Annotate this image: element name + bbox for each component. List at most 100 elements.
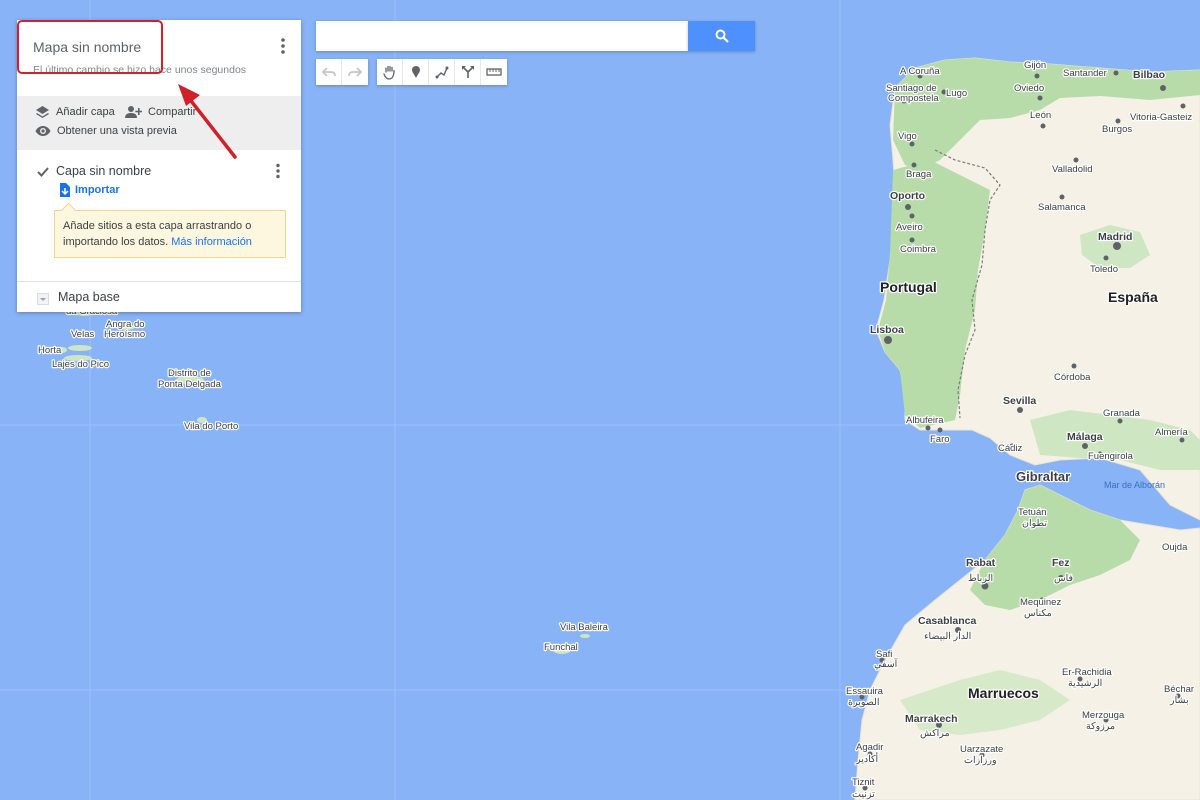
import-button[interactable]: Importar (59, 183, 120, 197)
label-oporto: Oporto (890, 190, 925, 202)
import-label: Importar (75, 184, 120, 196)
layer-name[interactable]: Capa sin nombre (56, 164, 151, 178)
label-coimbra: Coimbra (900, 244, 937, 255)
label-rabat-ar: الرباط (968, 573, 993, 584)
label-merzouga-ar: مرزوكة (1086, 721, 1115, 732)
layer-checkbox[interactable] (36, 165, 50, 184)
more-info-link[interactable]: Más información (171, 236, 252, 248)
label-tetuan: Tetuán (1018, 507, 1047, 518)
tools-toolbar (377, 59, 507, 85)
chevron-down-icon[interactable] (37, 292, 49, 310)
label-oujda: Oujda (1162, 542, 1188, 553)
label-tetuan-ar: تطوان (1022, 518, 1047, 529)
import-file-icon (60, 183, 70, 197)
label-santander: Santander (1063, 68, 1107, 79)
directions-button[interactable] (455, 59, 481, 85)
label-lajes: Lajes do Pico (52, 359, 109, 370)
label-horta: Horta (38, 345, 62, 356)
label-portugal: Portugal (880, 279, 937, 295)
label-casablanca: Casablanca (918, 615, 977, 627)
label-valladolid: Valladolid (1052, 164, 1093, 175)
pan-button[interactable] (377, 59, 403, 85)
label-bilbao: Bilbao (1133, 69, 1165, 81)
redo-icon (348, 67, 362, 77)
search-icon (715, 29, 729, 43)
directions-icon (461, 66, 474, 78)
add-layer-button[interactable]: Añadir capa (35, 105, 115, 119)
label-bechar: Béchar (1164, 684, 1194, 695)
map-options-icon[interactable] (275, 36, 291, 56)
label-braga: Braga (906, 169, 932, 180)
label-distrito-1: Distrito de (168, 368, 211, 379)
label-mequinez: Mequinez (1020, 597, 1061, 608)
label-marruecos: Marruecos (968, 685, 1039, 701)
share-button[interactable]: Compartir (125, 105, 196, 119)
label-distrito-2: Ponta Delgada (158, 379, 222, 390)
label-almeria: Almería (1155, 427, 1188, 438)
label-espana: España (1108, 289, 1158, 305)
label-agadir: Agadir (856, 742, 883, 753)
label-fuengirola: Fuengirola (1088, 451, 1134, 462)
layer-row: Capa sin nombre (17, 160, 301, 184)
layers-icon (36, 106, 49, 118)
label-toledo: Toledo (1090, 264, 1118, 275)
label-casablanca-ar: الدار البيضاء (924, 631, 971, 642)
label-essaouira-ar: الصويرة (848, 697, 880, 708)
label-bechar-ar: بشار (1169, 695, 1189, 706)
draw-line-icon (435, 66, 448, 79)
label-malaga: Málaga (1067, 431, 1103, 443)
label-vitoria: Vitoria-Gasteiz (1130, 112, 1192, 123)
label-ouarzazate: Uarzazate (960, 744, 1003, 755)
label-tiznit-ar: تزنيت (852, 789, 875, 800)
panel-actions: Añadir capa Compartir Obtener una vista … (17, 96, 301, 150)
label-salamanca: Salamanca (1038, 202, 1086, 213)
measure-button[interactable] (481, 59, 507, 85)
label-faro: Faro (930, 434, 950, 445)
add-person-icon (125, 106, 142, 118)
tip-pointer (60, 202, 77, 219)
label-cordoba: Córdoba (1054, 372, 1091, 383)
label-alboran: Mar de Alborán (1104, 480, 1165, 490)
label-essaouira: Essauira (846, 686, 884, 697)
label-fez: Fez (1052, 557, 1070, 569)
share-label: Compartir (148, 106, 197, 118)
label-oviedo: Oviedo (1014, 83, 1044, 94)
label-la-coruna: A Coruña (900, 66, 940, 77)
label-gijon: Gijón (1024, 60, 1046, 71)
label-marrakech-ar: مراكش (920, 728, 950, 739)
eye-icon (35, 126, 51, 136)
title-highlight-box (17, 20, 163, 74)
label-granada: Granada (1103, 408, 1141, 419)
search-button[interactable] (688, 21, 755, 51)
search-input[interactable] (316, 21, 688, 51)
label-merzouga: Merzouga (1082, 710, 1125, 721)
hand-icon (382, 65, 395, 80)
redo-button[interactable] (342, 59, 368, 85)
undo-button[interactable] (316, 59, 342, 85)
label-er-rachidia-ar: الرشيدية (1068, 678, 1102, 689)
label-fez-ar: فاس (1054, 573, 1073, 584)
label-aveiro: Aveiro (896, 222, 923, 233)
divider (17, 281, 301, 282)
label-cadiz: Cádiz (998, 443, 1023, 454)
label-gibraltar: Gibraltar (1016, 469, 1070, 484)
preview-button[interactable]: Obtener una vista previa (35, 125, 177, 137)
add-marker-button[interactable] (403, 59, 429, 85)
preview-label: Obtener una vista previa (57, 125, 177, 137)
draw-line-button[interactable] (429, 59, 455, 85)
label-funchal: Funchal (544, 642, 578, 653)
label-angra-2: Heroísmo (104, 329, 145, 340)
label-agadir-ar: أكادير (855, 752, 879, 765)
label-safi-ar: آسفي (874, 657, 899, 670)
label-vila-porto: Vila do Porto (184, 421, 238, 432)
label-tiznit: Tiznit (852, 777, 875, 788)
marker-icon (411, 66, 420, 78)
base-map-row[interactable]: Mapa base (17, 288, 301, 308)
label-vigo: Vigo (898, 131, 917, 142)
label-leon: León (1030, 110, 1051, 121)
label-santiago-2: Compostela (888, 93, 939, 104)
layer-options-icon[interactable] (271, 162, 285, 180)
label-er-rachidia: Er-Rachidia (1062, 667, 1112, 678)
undo-icon (321, 67, 336, 77)
ruler-icon (486, 68, 502, 76)
